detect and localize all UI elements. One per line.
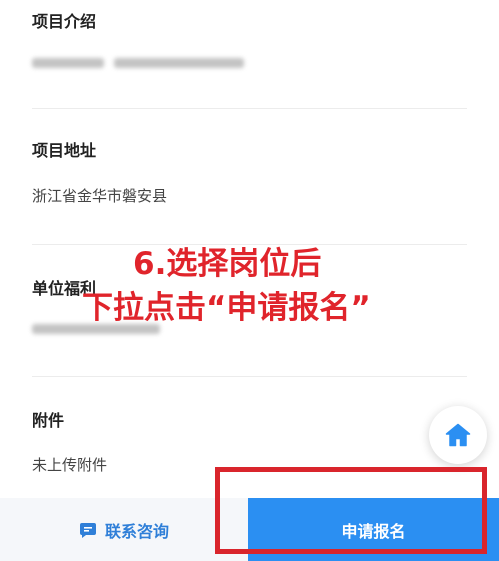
bottom-action-bar: 联系咨询 申请报名 bbox=[0, 498, 499, 561]
home-icon bbox=[445, 423, 471, 447]
chat-icon bbox=[79, 522, 96, 538]
section-intro: 项目介绍 bbox=[32, 0, 467, 110]
contact-button[interactable]: 联系咨询 bbox=[0, 498, 248, 561]
apply-button-label: 申请报名 bbox=[341, 521, 406, 541]
section-title: 附件 bbox=[32, 411, 65, 430]
section-attachments: 附件 未上传附件 bbox=[32, 378, 467, 478]
apply-button[interactable]: 申请报名 bbox=[248, 498, 499, 561]
annotation-line1: 6.选择岗位后 bbox=[133, 246, 322, 282]
divider bbox=[32, 376, 467, 377]
contact-button-label: 联系咨询 bbox=[104, 521, 169, 541]
section-title: 项目地址 bbox=[32, 141, 97, 160]
section-title: 项目介绍 bbox=[32, 12, 97, 31]
home-button[interactable] bbox=[429, 406, 487, 464]
annotation-line2: 下拉点击“申请报名” bbox=[82, 290, 371, 326]
address-value: 浙江省金华市磐安县 bbox=[32, 187, 168, 205]
divider bbox=[32, 108, 467, 109]
attachments-value: 未上传附件 bbox=[32, 456, 108, 474]
section-address: 项目地址 浙江省金华市磐安县 bbox=[32, 110, 467, 244]
